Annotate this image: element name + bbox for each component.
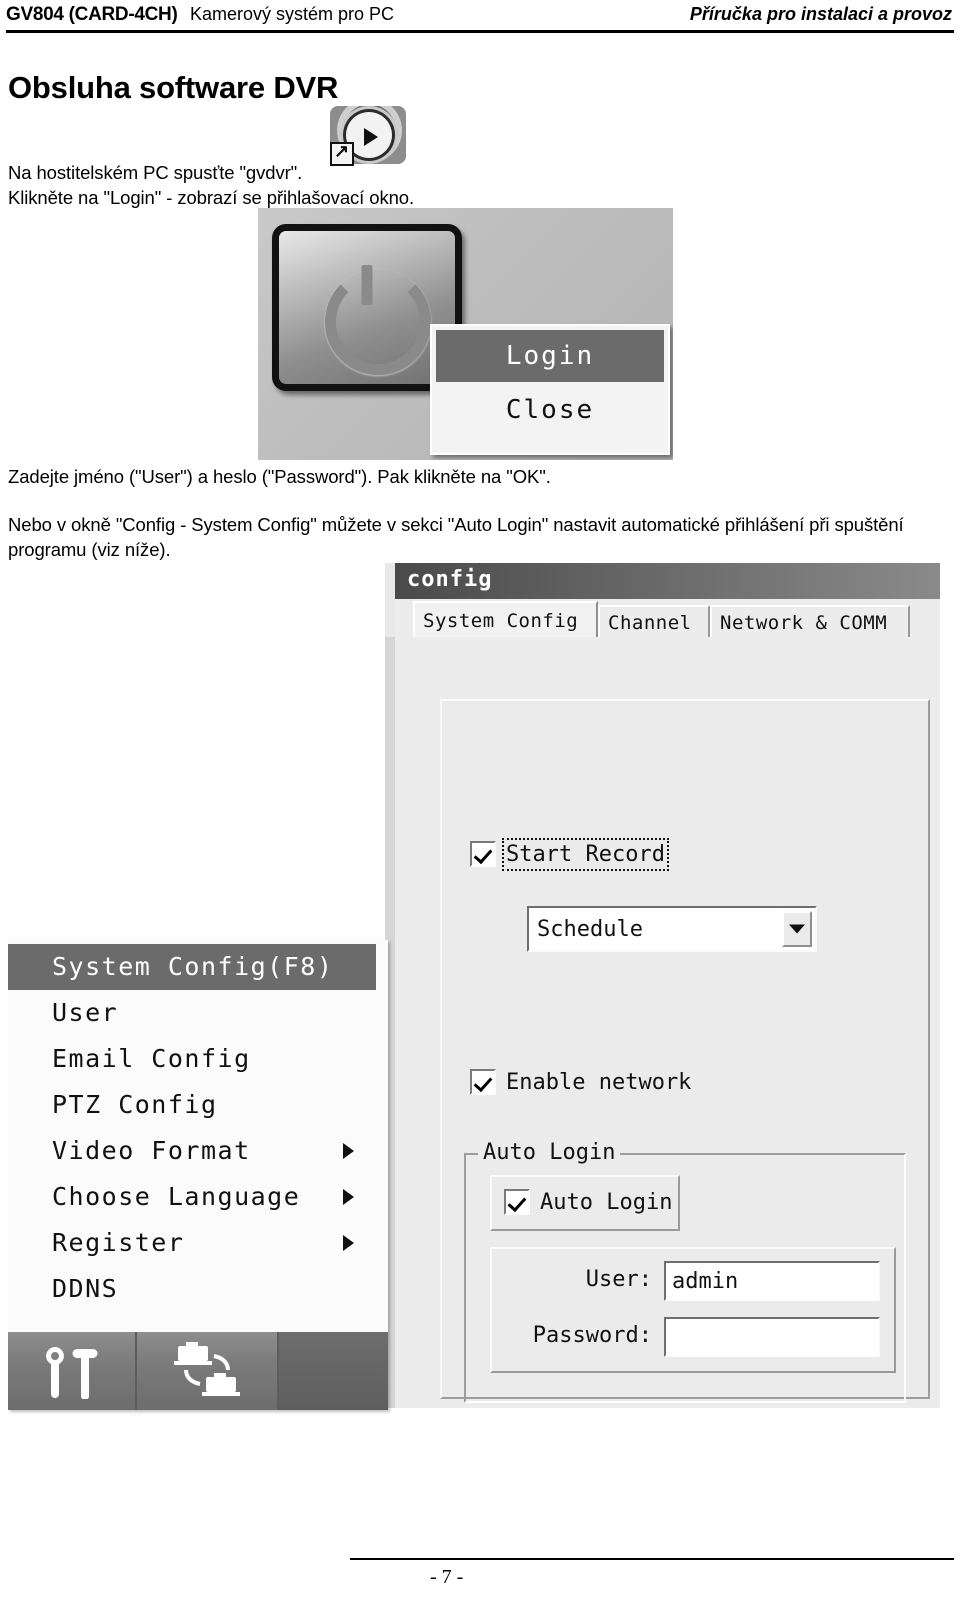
config-tabstrip: System Config Channel Network & COMM <box>395 599 940 637</box>
auto-login-groupbox: Auto Login Auto Login User: admin Passwo… <box>464 1140 906 1403</box>
page-header: GV804 (CARD-4CH) Kamerový systém pro PC … <box>0 0 960 34</box>
user-input[interactable]: admin <box>664 1261 880 1301</box>
config-titlebar: config <box>395 563 940 599</box>
page-title: Obsluha software DVR <box>8 70 339 105</box>
auto-login-credentials-frame: User: admin Password: <box>490 1247 896 1373</box>
tab-network-comm[interactable]: Network & COMM <box>710 605 910 637</box>
menu-item-user[interactable]: User <box>8 990 382 1036</box>
header-divider <box>6 30 954 33</box>
intro-paragraph: Na hostitelském PC spusťte "gvdvr". Klik… <box>8 160 528 210</box>
auto-login-checkbox-label: Auto Login <box>540 1189 673 1215</box>
ptz-camera-icon <box>173 1342 240 1396</box>
system-menu-list: System Config(F8) User Email Config PTZ … <box>8 944 382 1312</box>
auto-login-checkbox-row[interactable]: Auto Login <box>504 1189 672 1215</box>
login-screenshot: Login Close <box>258 208 673 460</box>
toolbar-button-tools[interactable] <box>8 1332 138 1410</box>
schedule-combobox-value: Schedule <box>537 916 643 942</box>
schedule-combobox[interactable]: Schedule <box>527 906 817 952</box>
system-config-panel: Start Record Schedule Enable network Aut… <box>440 699 930 1403</box>
config-body: Start Record Schedule Enable network Aut… <box>395 637 940 1408</box>
dvr-toolbar <box>8 1332 388 1410</box>
config-dialog-screenshot: config System Config Channel Network & C… <box>385 563 940 1408</box>
password-field-label: Password: <box>532 1323 652 1348</box>
auto-login-checkbox[interactable] <box>504 1189 530 1215</box>
tab-system-config[interactable]: System Config <box>413 601 598 637</box>
menu-item-choose-language[interactable]: Choose Language <box>8 1174 382 1220</box>
toolbar-button-ptz-camera[interactable] <box>137 1332 279 1410</box>
menu-item-close[interactable]: Close <box>432 382 668 438</box>
menu-item-register-label: Register <box>52 1228 185 1257</box>
submenu-arrow-icon <box>343 1235 354 1251</box>
toolbar-button-blank[interactable] <box>278 1332 388 1410</box>
start-record-label: Start Record <box>502 837 669 871</box>
menu-item-video-format-label: Video Format <box>52 1136 251 1165</box>
power-bar-icon <box>361 264 373 305</box>
user-field-label: User: <box>585 1267 652 1292</box>
user-input-value: admin <box>672 1268 739 1294</box>
system-menu-screenshot: System Config(F8) User Email Config PTZ … <box>8 940 388 1410</box>
enable-network-checkbox[interactable] <box>470 1069 496 1095</box>
shortcut-arrow-badge-icon <box>330 140 354 166</box>
footer-divider <box>350 1558 954 1560</box>
power-symbol-icon <box>325 264 431 375</box>
submenu-arrow-icon <box>343 1189 354 1205</box>
menu-item-ddns[interactable]: DDNS <box>8 1266 382 1312</box>
header-left-text: GV804 (CARD-4CH) Kamerový systém pro PC <box>6 4 394 26</box>
power-arc-icon <box>325 268 431 375</box>
tools-icon <box>45 1347 98 1399</box>
auto-login-group-title: Auto Login <box>478 1140 621 1165</box>
page-number: - 7 - <box>430 1566 464 1588</box>
menu-item-register[interactable]: Register <box>8 1220 382 1266</box>
intro-line-2: Klikněte na "Login" - zobrazí se přihlaš… <box>8 187 415 208</box>
menu-item-video-format[interactable]: Video Format <box>8 1128 382 1174</box>
submenu-arrow-icon <box>343 1143 354 1159</box>
start-record-checkbox[interactable] <box>470 841 496 867</box>
header-manual-title: Příručka pro instalaci a provoz <box>689 4 952 24</box>
header-subtitle: Kamerový systém pro PC <box>189 4 395 24</box>
menu-item-email-config[interactable]: Email Config <box>8 1036 382 1082</box>
intro-line-1: Na hostitelském PC spusťte "gvdvr" <box>8 162 298 183</box>
menu-item-system-config[interactable]: System Config(F8) <box>8 944 376 990</box>
auto-login-checkbox-frame: Auto Login <box>490 1175 680 1231</box>
start-record-checkbox-row[interactable]: Start Record <box>470 837 669 871</box>
menu-item-login[interactable]: Login <box>436 330 664 382</box>
credentials-paragraph: Zadejte jméno ("User") a heslo ("Passwor… <box>8 466 551 487</box>
gvdvr-shortcut-icon <box>330 106 406 168</box>
autologin-paragraph: Nebo v okně "Config - System Config" můž… <box>8 514 904 560</box>
config-window-title: config <box>407 567 493 592</box>
menu-item-ptz-config[interactable]: PTZ Config <box>8 1082 382 1128</box>
enable-network-checkbox-row[interactable]: Enable network <box>470 1069 691 1095</box>
enable-network-label: Enable network <box>506 1069 692 1095</box>
tab-channel[interactable]: Channel <box>598 605 710 637</box>
header-model: GV804 (CARD-4CH) <box>6 4 178 25</box>
play-triangle-icon <box>364 128 378 146</box>
chevron-down-icon[interactable] <box>782 911 812 947</box>
menu-item-choose-language-label: Choose Language <box>52 1182 301 1211</box>
login-context-menu[interactable]: Login Close <box>430 324 670 455</box>
password-input[interactable] <box>664 1317 880 1357</box>
intro-line-1-period: . <box>297 162 303 183</box>
